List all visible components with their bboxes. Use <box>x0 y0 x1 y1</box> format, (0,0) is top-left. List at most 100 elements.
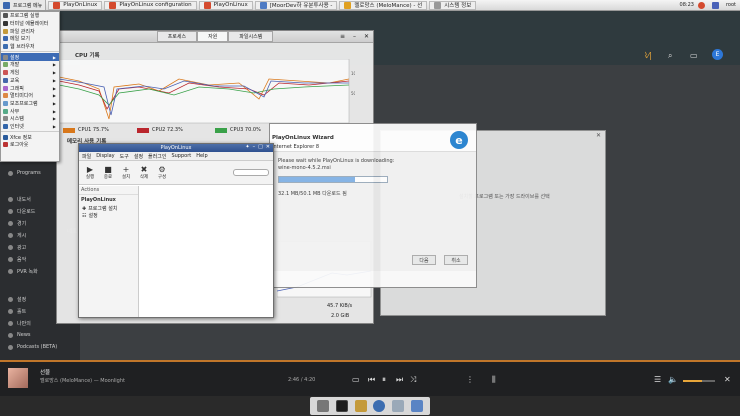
start-menu-item[interactable]: 그래픽 ▶ <box>1 84 59 92</box>
settings-link[interactable]: ☷ 설정 <box>79 212 138 220</box>
search-input[interactable] <box>233 169 269 176</box>
pause-icon[interactable]: ⏸ <box>382 375 386 385</box>
folder-icon[interactable] <box>410 400 423 412</box>
taskbar-task[interactable]: 시스템 정보 <box>429 0 477 10</box>
sidebar-item[interactable]: 나만의 <box>8 320 31 327</box>
start-menu-button[interactable]: 프로그램 메뉴 <box>0 0 47 10</box>
start-menu-item[interactable]: Xfce 정보 <box>1 133 59 141</box>
start-menu-item[interactable]: 시스템 ▶ <box>1 115 59 123</box>
sidebar-item[interactable]: Programs <box>8 170 41 176</box>
close-icon[interactable]: ✕ <box>724 375 731 384</box>
sidebar-item[interactable]: PVR 녹화 <box>8 268 38 275</box>
screen-icon[interactable]: ▭ <box>352 375 360 384</box>
remove-button[interactable]: ✖ 삭제 <box>137 165 151 180</box>
close-icon[interactable]: ✕ <box>364 33 369 40</box>
run-button[interactable]: ▶ 실행 <box>83 165 97 180</box>
equalizer-icon[interactable]: ⫼ <box>492 375 496 385</box>
start-menu-item[interactable]: 메일 보기 <box>1 35 59 43</box>
queue-icon[interactable]: ☰ <box>654 375 661 384</box>
sidebar-item[interactable]: 경기 <box>8 220 26 227</box>
cpu1-swatch[interactable] <box>63 127 75 133</box>
cpu3-swatch[interactable] <box>215 127 227 133</box>
menu-plugins[interactable]: 플러그인 <box>148 153 166 160</box>
menu-tools[interactable]: 도구 <box>120 153 129 160</box>
search-icon[interactable]: ⌕ <box>668 51 672 61</box>
tab-resources[interactable]: 자원 <box>197 31 229 42</box>
taskbar-task[interactable]: 멜로망스 (MeloMance) - 선 <box>339 0 428 10</box>
install-program-link[interactable]: ✚ 프로그램 설치 <box>79 205 138 213</box>
taskbar-task[interactable]: PlayOnLinux configuration <box>104 0 197 10</box>
minimize-icon[interactable]: – <box>253 144 256 150</box>
activity-icon[interactable]: ⌇⁄| <box>644 51 652 60</box>
tab-filesystems[interactable]: 파일시스템 <box>228 31 274 42</box>
start-menu-item[interactable]: 설정 ▶ <box>1 53 59 62</box>
start-menu-item[interactable]: 멀티미디어 ▶ <box>1 92 59 100</box>
user-label[interactable]: root <box>726 2 736 8</box>
menu-item-icon <box>3 21 8 27</box>
maximize-icon[interactable]: □ <box>258 144 263 150</box>
start-menu-item[interactable]: 프로그램 실행 <box>1 12 59 20</box>
start-menu-item[interactable]: 터미널 에뮬레이터 <box>1 20 59 28</box>
start-menu-item[interactable]: 개발 ▶ <box>1 61 59 69</box>
stop-button[interactable]: ■ 중료 <box>101 165 115 180</box>
next-button[interactable]: 다음 <box>412 255 436 265</box>
minimize-icon[interactable]: – <box>353 33 356 40</box>
terminal-icon[interactable] <box>335 400 348 412</box>
volume-icon[interactable]: 🔈 <box>668 375 678 384</box>
taskbar-task[interactable]: [MoorDev하 유분투사용 - <box>254 0 338 10</box>
tab-processes[interactable]: 프로세스 <box>156 31 198 42</box>
show-desktop-icon[interactable] <box>317 400 330 412</box>
menu-item-icon <box>3 123 8 129</box>
sidebar-item[interactable]: 음악 <box>8 256 26 263</box>
volume-slider[interactable] <box>683 380 715 382</box>
cancel-button[interactable]: 취소 <box>444 255 468 265</box>
start-menu-item[interactable]: 웹 브라우저 <box>1 43 59 51</box>
submenu-arrow-icon: ▶ <box>52 123 56 129</box>
sidebar-item[interactable]: 광고 <box>8 244 26 251</box>
taskbar-task[interactable]: PlayOnLinux <box>198 0 253 10</box>
install-button[interactable]: + 설치 <box>119 165 133 180</box>
notification-icon[interactable] <box>697 1 705 9</box>
next-icon[interactable]: ⏭ <box>396 375 403 385</box>
net-speed: 45.7 KiB/s <box>327 303 353 309</box>
start-menu-item[interactable]: 인터넷 ▶ <box>1 123 59 131</box>
sidebar-item-podcasts[interactable]: Podcasts (BETA) <box>8 344 57 350</box>
menu-support[interactable]: Support <box>171 153 191 159</box>
sidebar-item[interactable]: 다운로드 <box>8 208 35 215</box>
network-icon[interactable] <box>711 1 719 9</box>
sidebar-item[interactable]: 게시 <box>8 232 26 239</box>
prev-icon[interactable]: ⏮ <box>368 375 375 385</box>
sidebar-item[interactable]: 설정 <box>8 296 26 303</box>
menu-display[interactable]: Display <box>96 153 114 159</box>
menu-icon[interactable]: ≡ <box>340 33 345 40</box>
start-menu-item[interactable]: 게임 ▶ <box>1 69 59 77</box>
avatar[interactable]: E <box>712 49 723 60</box>
close-icon[interactable]: ✕ <box>596 132 601 139</box>
album-art[interactable] <box>8 368 28 388</box>
shuffle-icon[interactable]: ⤨ <box>410 375 416 385</box>
menu-file[interactable]: 파일 <box>82 153 91 160</box>
submenu-arrow-icon: ▶ <box>52 93 56 99</box>
cast-icon[interactable]: ▭ <box>690 51 698 60</box>
app-icon <box>53 1 61 9</box>
file-manager-icon[interactable] <box>354 400 367 412</box>
configure-button[interactable]: ⚙ 구성 <box>155 165 169 180</box>
taskbar-task[interactable]: PlayOnLinux <box>48 0 103 10</box>
start-menu-item[interactable]: 파일 관리자 <box>1 27 59 35</box>
close-icon[interactable]: ✕ <box>266 144 270 150</box>
sidebar-item-news[interactable]: News <box>8 332 31 338</box>
sidebar-item[interactable]: 홀트 <box>8 308 26 315</box>
start-menu-item[interactable]: 사무 ▶ <box>1 107 59 115</box>
start-menu-item[interactable]: 로그아웃 <box>1 141 59 149</box>
more-icon[interactable]: ⋮ <box>466 375 474 384</box>
search-app-icon[interactable] <box>391 400 404 412</box>
pin-icon[interactable]: ✦ <box>245 144 249 150</box>
start-menu-item[interactable]: 보조프로그램 ▶ <box>1 100 59 108</box>
menu-help[interactable]: Help <box>196 153 207 159</box>
cpu2-swatch[interactable] <box>137 127 149 133</box>
clock[interactable]: 08:23 <box>680 2 694 8</box>
browser-icon[interactable] <box>373 400 386 412</box>
sidebar-item[interactable]: 내도서 <box>8 196 31 203</box>
menu-settings[interactable]: 설정 <box>134 153 143 160</box>
start-menu-item[interactable]: 교육 ▶ <box>1 77 59 85</box>
